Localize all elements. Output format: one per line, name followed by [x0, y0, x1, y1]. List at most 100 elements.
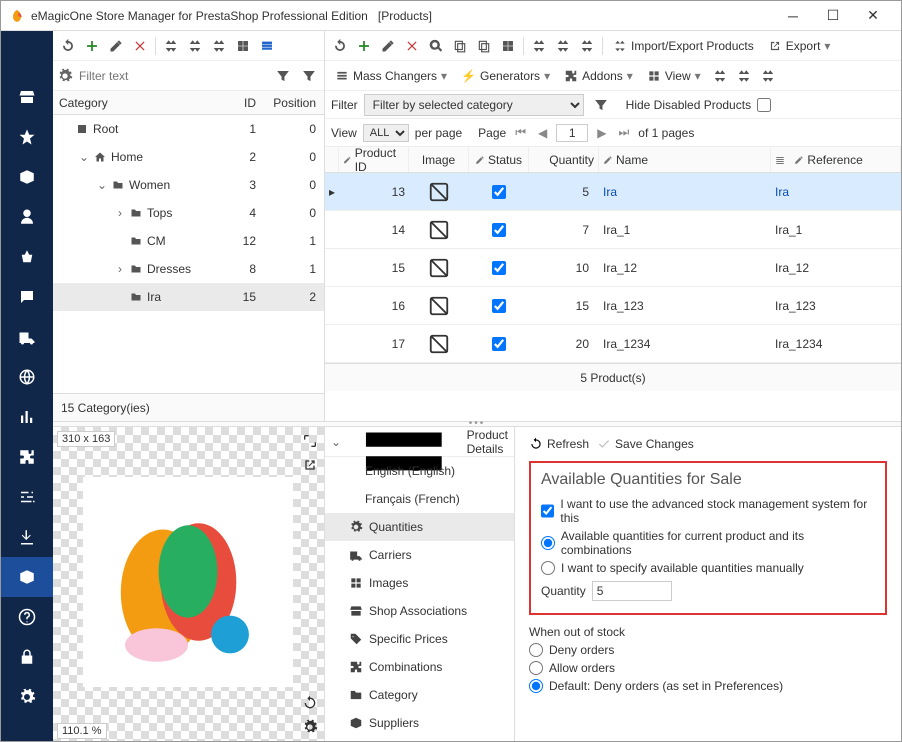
cat-header-name[interactable]: Category: [53, 96, 214, 110]
cell-status[interactable]: [469, 249, 529, 286]
prod-misc3-button[interactable]: [552, 35, 574, 57]
product-row[interactable]: 15 10 Ira_12 Ira_12: [325, 249, 901, 287]
category-filter-input[interactable]: [77, 67, 268, 85]
oos-deny-radio[interactable]: [529, 643, 543, 657]
prod-misc1-button[interactable]: [497, 35, 519, 57]
nav-localization[interactable]: [1, 357, 53, 397]
nav-settings[interactable]: [1, 677, 53, 717]
col-name[interactable]: Name: [599, 147, 771, 172]
image-settings-button[interactable]: [300, 717, 320, 737]
prod-copy-button[interactable]: [449, 35, 471, 57]
filter-combo[interactable]: Filter by selected category: [364, 94, 584, 116]
detail-nav-header[interactable]: ⌄ Product Details: [325, 427, 514, 457]
prod-delete-button[interactable]: [401, 35, 423, 57]
category-row[interactable]: › Tops 4 0: [53, 199, 324, 227]
page-first-button[interactable]: ⏮: [512, 125, 529, 140]
cat-add-button[interactable]: [81, 35, 103, 57]
cat-image-button[interactable]: [232, 35, 254, 57]
nav-security[interactable]: [1, 637, 53, 677]
oos-default-radio[interactable]: [529, 679, 543, 693]
col-image[interactable]: Image: [409, 147, 469, 172]
nav-catalog[interactable]: [1, 157, 53, 197]
view-all-select[interactable]: ALL: [363, 124, 409, 142]
page-next-button[interactable]: ▶: [594, 126, 609, 140]
nav-store[interactable]: [1, 77, 53, 117]
view-button[interactable]: View▾: [641, 65, 707, 87]
page-last-button[interactable]: ⏭: [615, 125, 632, 140]
nav-messages[interactable]: [1, 277, 53, 317]
cell-status[interactable]: [469, 211, 529, 248]
extra2-button[interactable]: [733, 65, 755, 87]
nav-import[interactable]: [1, 517, 53, 557]
prod-edit-button[interactable]: [377, 35, 399, 57]
avail-auto-radio[interactable]: [541, 536, 555, 550]
refresh-button[interactable]: Refresh: [529, 437, 589, 451]
oos-allow-radio[interactable]: [529, 661, 543, 675]
col-status[interactable]: Status: [469, 147, 529, 172]
product-row[interactable]: ▸ 13 5 Ira Ira: [325, 173, 901, 211]
col-reference[interactable]: ≣ Reference: [771, 147, 901, 172]
cell-status[interactable]: [469, 325, 529, 362]
col-product-id[interactable]: Product ID: [339, 147, 409, 172]
category-row[interactable]: › Dresses 8 1: [53, 255, 324, 283]
nav-addons[interactable]: [1, 437, 53, 477]
generators-button[interactable]: ⚡Generators▾: [455, 65, 556, 87]
cat-collapse-button[interactable]: [208, 35, 230, 57]
window-maximize-button[interactable]: ☐: [813, 7, 853, 24]
detail-nav-item[interactable]: Images: [325, 569, 514, 597]
nav-shipping[interactable]: [1, 317, 53, 357]
import-export-button[interactable]: Import/Export Products: [607, 35, 760, 57]
prod-search-button[interactable]: [425, 35, 447, 57]
image-fullscreen-button[interactable]: [300, 431, 320, 451]
cell-status[interactable]: [469, 287, 529, 324]
prod-misc2-button[interactable]: [528, 35, 550, 57]
advanced-stock-checkbox[interactable]: [541, 504, 554, 518]
nav-help[interactable]: [1, 597, 53, 637]
extra3-button[interactable]: [757, 65, 779, 87]
quantity-input[interactable]: [592, 581, 672, 601]
category-row[interactable]: Ira 15 2: [53, 283, 324, 311]
category-row[interactable]: ⌄ Women 3 0: [53, 171, 324, 199]
detail-nav-item[interactable]: Combinations: [325, 653, 514, 681]
col-quantity[interactable]: Quantity: [529, 147, 599, 172]
nav-favorites[interactable]: [1, 117, 53, 157]
cat-delete-button[interactable]: [129, 35, 151, 57]
cat-edit-button[interactable]: [105, 35, 127, 57]
category-row[interactable]: ⌄ Home 2 0: [53, 143, 324, 171]
page-prev-button[interactable]: ◀: [535, 126, 550, 140]
category-row[interactable]: CM 12 1: [53, 227, 324, 255]
page-number-input[interactable]: [556, 124, 588, 142]
prod-refresh-button[interactable]: [329, 35, 351, 57]
cat-sort-button[interactable]: [160, 35, 182, 57]
cat-refresh-button[interactable]: [57, 35, 79, 57]
extra1-button[interactable]: [709, 65, 731, 87]
image-open-button[interactable]: [300, 455, 320, 475]
nav-customers[interactable]: [1, 197, 53, 237]
nav-menu[interactable]: [1, 37, 53, 77]
addons-button[interactable]: Addons▾: [558, 65, 639, 87]
prod-clone-button[interactable]: [473, 35, 495, 57]
nav-reports[interactable]: [1, 397, 53, 437]
product-row[interactable]: 14 7 Ira_1 Ira_1: [325, 211, 901, 249]
detail-nav-item[interactable]: Specific Prices: [325, 625, 514, 653]
detail-nav-item[interactable]: Quantities: [325, 513, 514, 541]
hide-disabled-checkbox[interactable]: [757, 98, 771, 112]
filter-gear-icon[interactable]: [57, 68, 73, 84]
category-row[interactable]: Root 1 0: [53, 115, 324, 143]
avail-manual-radio[interactable]: [541, 561, 555, 575]
image-reload-button[interactable]: [300, 693, 320, 713]
window-close-button[interactable]: ✕: [853, 7, 893, 24]
mass-changers-button[interactable]: Mass Changers▾: [329, 65, 453, 87]
cat-header-position[interactable]: Position: [264, 96, 324, 110]
product-row[interactable]: 17 20 Ira_1234 Ira_1234: [325, 325, 901, 363]
window-minimize-button[interactable]: ─: [773, 8, 813, 24]
prod-add-button[interactable]: [353, 35, 375, 57]
nav-products[interactable]: [1, 557, 53, 597]
save-changes-button[interactable]: Save Changes: [597, 437, 694, 451]
detail-nav-item[interactable]: Category: [325, 681, 514, 709]
filter-add-icon[interactable]: [272, 65, 294, 87]
filter-clear-button[interactable]: [590, 94, 612, 116]
prod-misc4-button[interactable]: [576, 35, 598, 57]
product-row[interactable]: 16 15 Ira_123 Ira_123: [325, 287, 901, 325]
cat-view-button[interactable]: [256, 35, 278, 57]
